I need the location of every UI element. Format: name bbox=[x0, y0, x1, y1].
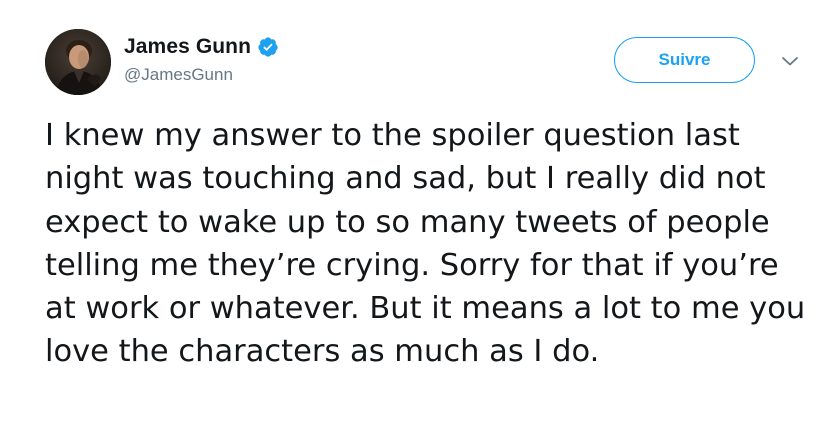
avatar[interactable] bbox=[45, 29, 111, 95]
user-info: James Gunn @JamesGunn bbox=[124, 34, 279, 85]
user-handle[interactable]: @JamesGunn bbox=[124, 65, 279, 85]
profile-photo-icon bbox=[45, 29, 111, 95]
name-row: James Gunn bbox=[124, 34, 279, 60]
tweet-card: James Gunn @JamesGunn Suivre I knew my a… bbox=[0, 0, 827, 433]
tweet-text: I knew my answer to the spoiler question… bbox=[45, 118, 806, 370]
display-name[interactable]: James Gunn bbox=[124, 35, 251, 59]
follow-button[interactable]: Suivre bbox=[614, 37, 755, 83]
chevron-down-icon[interactable] bbox=[780, 54, 800, 68]
verified-badge-icon bbox=[257, 36, 279, 58]
